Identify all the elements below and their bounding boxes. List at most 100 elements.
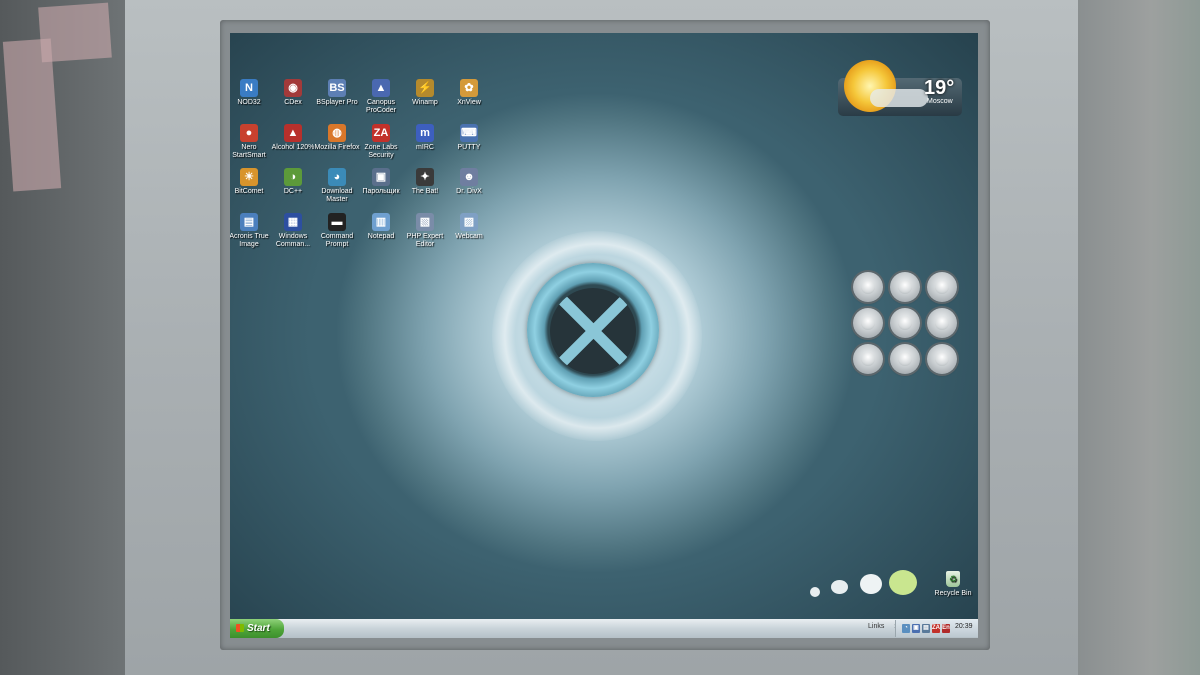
desktop-icon-label: Winamp — [412, 99, 438, 106]
app-icon: ▬ — [328, 213, 346, 231]
app-icon: ☻ — [460, 168, 478, 186]
desktop-icon-label: Mozilla Firefox — [314, 144, 360, 151]
desktop-icon[interactable]: ◕ Download Master — [314, 168, 360, 204]
desktop-icon-label: Парольщик — [362, 188, 400, 195]
desktop-icon[interactable]: ◑ DC++ — [270, 168, 316, 196]
app-icon: ▲ — [284, 124, 302, 142]
desktop-icon[interactable]: BS BSplayer Pro — [314, 79, 360, 107]
desktop-icon-label: XnView — [457, 99, 481, 106]
app-icon: ▤ — [240, 213, 258, 231]
desktop-icon-label: Canopus ProCoder — [366, 99, 396, 114]
desktop-icon[interactable]: ☀ BitComet — [230, 168, 272, 196]
background-wall-right — [1078, 0, 1200, 675]
desktop-icon[interactable]: ▨ Webcam — [446, 213, 492, 241]
desktop-icon[interactable]: ▲ Alcohol 120% — [270, 124, 316, 152]
desktop-icon-label: PHP Expert Editor — [406, 233, 444, 248]
desktop-icon[interactable]: ⌨ PUTTY — [446, 124, 492, 152]
decorative-dot — [860, 574, 882, 594]
taskbar — [230, 619, 978, 638]
desktop-icon[interactable]: ▥ Notepad — [358, 213, 404, 241]
desktop-icon-label: Alcohol 120% — [271, 144, 315, 151]
round-button[interactable] — [853, 344, 883, 374]
desktop-screen[interactable]: N NOD32 ◉ CDex BS BSplayer Pro ▲ Canopus ProCod… — [230, 33, 978, 638]
app-icon: ▣ — [372, 168, 390, 186]
decorative-dot — [831, 580, 848, 594]
desktop-icon-label: Zone Labs Security — [364, 144, 398, 159]
round-button[interactable] — [927, 344, 957, 374]
app-icon: ▧ — [416, 213, 434, 231]
round-button[interactable] — [853, 308, 883, 338]
desktop-icon[interactable]: ⚡ Winamp — [402, 79, 448, 107]
desktop-icon-label: Nero StartSmart — [232, 144, 266, 159]
tray-icon[interactable]: ▣ — [912, 624, 920, 633]
app-icon: ▲ — [372, 79, 390, 97]
app-icon: ▥ — [372, 213, 390, 231]
desktop-icon[interactable]: ▲ Canopus ProCoder — [358, 79, 404, 115]
round-button[interactable] — [927, 272, 957, 302]
app-icon: N — [240, 79, 258, 97]
links-toolbar[interactable]: Links » — [868, 623, 898, 630]
desktop-icon-label: DC++ — [283, 188, 303, 195]
app-icon: ZA — [372, 124, 390, 142]
weather-city: Moscow — [927, 98, 953, 105]
app-icon: ▦ — [284, 213, 302, 231]
desktop-icon[interactable]: ✦ The Bat! — [402, 168, 448, 196]
tray-icon[interactable]: ▤ — [922, 624, 930, 633]
cloud-icon — [870, 89, 928, 107]
app-icon: ✿ — [460, 79, 478, 97]
desktop-icon-label: CDex — [284, 99, 302, 106]
desktop-icon[interactable]: N NOD32 — [230, 79, 272, 107]
start-label: Start — [247, 623, 270, 634]
desktop-icon[interactable]: ◉ CDex — [270, 79, 316, 107]
desktop-icon-label: mIRC — [416, 144, 434, 151]
app-icon: BS — [328, 79, 346, 97]
app-icon: m — [416, 124, 434, 142]
start-button[interactable]: Start — [230, 619, 284, 638]
round-button[interactable] — [853, 272, 883, 302]
recycle-bin[interactable]: ♻ Recycle Bin — [930, 571, 976, 597]
desktop-icon-label: NOD32 — [237, 99, 261, 106]
desktop-icon-label: PUTTY — [457, 144, 481, 151]
app-icon: ⌨ — [460, 124, 478, 142]
tray-icon[interactable]: ◔ — [902, 624, 910, 633]
tray-icon[interactable]: ZA — [932, 624, 940, 633]
app-icon: ✦ — [416, 168, 434, 186]
app-icon: ☀ — [240, 168, 258, 186]
round-button[interactable] — [927, 308, 957, 338]
app-icon: ◕ — [328, 168, 346, 186]
desktop-icon-label: BSplayer Pro — [316, 99, 358, 106]
desktop-icon[interactable]: ▬ Command Prompt — [314, 213, 360, 249]
desktop-icon[interactable]: ▤ Acronis True Image — [230, 213, 272, 249]
sticky-note — [38, 2, 112, 63]
desktop-icon[interactable]: ✿ XnView — [446, 79, 492, 107]
desktop-icon[interactable]: ▦ Windows Comman... — [270, 213, 316, 249]
round-button[interactable] — [890, 308, 920, 338]
desktop-icon[interactable]: ☻ Dr. DivX — [446, 168, 492, 196]
desktop-icon[interactable]: ▣ Парольщик — [358, 168, 404, 196]
desktop-icon[interactable]: m mIRC — [402, 124, 448, 152]
desktop-icon-label: Command Prompt — [320, 233, 354, 248]
app-icon: ◍ — [328, 124, 346, 142]
round-button[interactable] — [890, 272, 920, 302]
app-icon: ▨ — [460, 213, 478, 231]
desktop-icon[interactable]: ZA Zone Labs Security — [358, 124, 404, 160]
desktop-icon-label: Acronis True Image — [230, 233, 269, 248]
recycle-bin-label: Recycle Bin — [934, 590, 972, 597]
taskbar-clock[interactable]: 20:39 — [955, 623, 973, 630]
app-icon: ● — [240, 124, 258, 142]
desktop-icon-label: BitComet — [234, 188, 264, 195]
desktop-icon-label: Notepad — [367, 233, 395, 240]
desktop-icon[interactable]: ▧ PHP Expert Editor — [402, 213, 448, 249]
decorative-dot — [810, 587, 820, 597]
desktop-icon-label: Webcam — [455, 233, 483, 240]
recycle-bin-icon: ♻ — [946, 571, 960, 587]
weather-temperature: 19° — [924, 77, 955, 99]
app-icon: ◑ — [284, 168, 302, 186]
tray-icon[interactable]: En — [942, 624, 950, 633]
desktop-icon-label: Dr. DivX — [456, 188, 482, 195]
round-button[interactable] — [890, 344, 920, 374]
app-icon: ◉ — [284, 79, 302, 97]
desktop-icon[interactable]: ● Nero StartSmart — [230, 124, 272, 160]
wallpaper-drain-grate — [550, 288, 636, 374]
desktop-icon[interactable]: ◍ Mozilla Firefox — [314, 124, 360, 152]
